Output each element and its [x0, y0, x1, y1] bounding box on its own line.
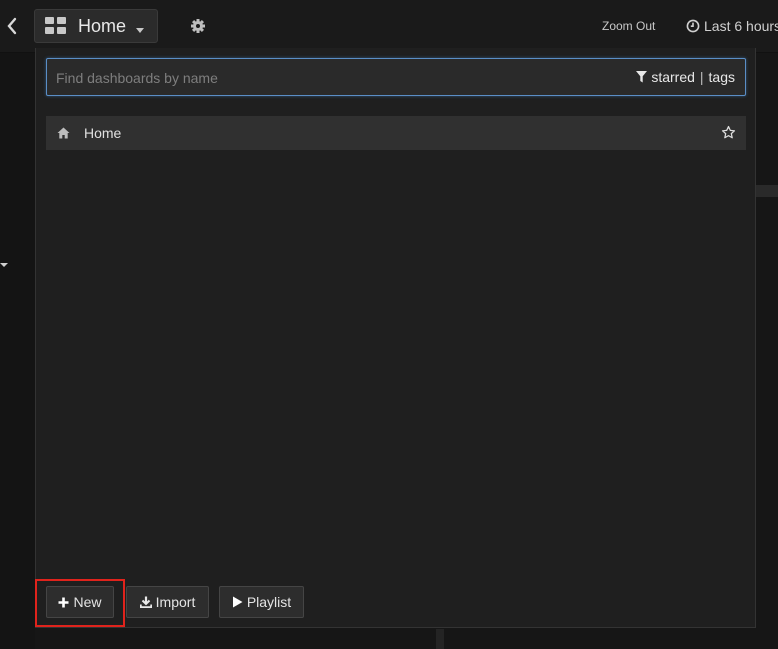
caret-down-icon[interactable]	[0, 263, 8, 267]
playlist-button-label: Playlist	[246, 594, 292, 610]
chevron-left-icon	[7, 17, 17, 35]
gear-icon[interactable]	[188, 16, 208, 36]
back-button[interactable]	[2, 14, 22, 38]
filter-starred-link[interactable]: starred	[651, 69, 695, 85]
filter-icon	[636, 71, 648, 83]
home-icon	[57, 127, 70, 139]
dashboard-grid-icon	[45, 17, 67, 35]
search-input[interactable]	[54, 59, 618, 97]
top-navbar: Home Zoom Out Last 6 hours	[0, 0, 778, 53]
background-panel-edge	[756, 185, 778, 197]
caret-down-icon	[136, 27, 145, 33]
zoom-out-button[interactable]: Zoom Out	[602, 19, 655, 33]
background-side-strip	[0, 53, 35, 649]
download-icon	[139, 596, 152, 608]
playlist-button[interactable]: Playlist	[219, 586, 304, 618]
play-icon	[232, 596, 243, 608]
dashboard-picker-button[interactable]: Home	[34, 9, 158, 43]
time-range-label: Last 6 hours	[704, 18, 778, 34]
clock-icon	[686, 19, 700, 33]
search-box: starred | tags	[46, 58, 746, 97]
import-button[interactable]: Import	[126, 586, 209, 618]
dashboard-title: Home	[78, 15, 127, 36]
star-icon[interactable]	[721, 125, 736, 140]
dashboard-search-dropdown: starred | tags Home New Import	[35, 48, 756, 628]
time-range-picker[interactable]: Last 6 hours	[686, 18, 778, 34]
new-dashboard-button[interactable]: New	[46, 586, 114, 618]
plus-icon	[58, 597, 69, 607]
search-result-label: Home	[84, 125, 122, 141]
search-result-item[interactable]: Home	[46, 116, 746, 150]
filter-tags-link[interactable]: tags	[709, 69, 735, 85]
search-filters: starred | tags	[636, 69, 735, 85]
import-button-label: Import	[155, 594, 196, 610]
background-panel-edge	[436, 629, 444, 649]
new-button-label: New	[73, 594, 102, 610]
filter-separator: |	[699, 69, 704, 85]
